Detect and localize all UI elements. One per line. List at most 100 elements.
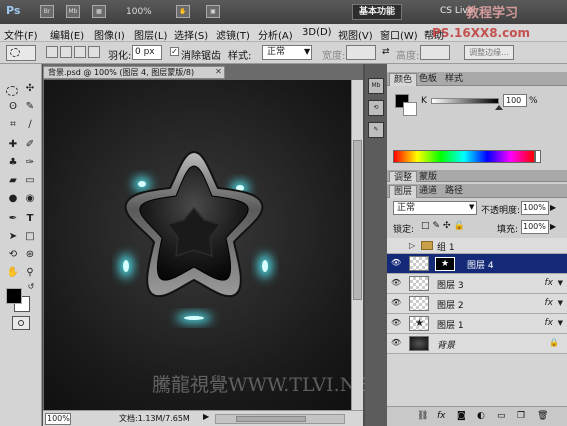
tab-styles[interactable]: 样式 xyxy=(441,73,467,86)
blend-mode-select[interactable]: 正常 xyxy=(393,201,477,215)
adjustment-layer-icon[interactable]: ◐ xyxy=(477,411,485,421)
k-slider[interactable] xyxy=(431,98,499,104)
elliptical-marquee-tool-icon[interactable] xyxy=(6,86,18,96)
document-tab[interactable]: 背景.psd @ 100% (图层 4, 图层蒙版/8) xyxy=(43,66,225,79)
fx-badge[interactable]: fx xyxy=(545,318,554,328)
foreground-color-swatch[interactable] xyxy=(6,288,22,304)
tab-swatches[interactable]: 色板 xyxy=(415,73,441,86)
bridge-icon[interactable]: Br xyxy=(40,5,54,18)
hand-view-icon[interactable]: ✋ xyxy=(176,5,190,18)
type-tool-icon[interactable]: T xyxy=(23,212,37,226)
refine-edge-button[interactable]: 调整边缘... xyxy=(464,45,514,60)
layer-row[interactable]: 👁 图层 2 fx ▼ xyxy=(387,294,567,314)
color-ramp-white[interactable] xyxy=(535,150,541,163)
fill-arrow-icon[interactable]: ▶ xyxy=(550,222,556,231)
tab-color[interactable]: 颜色 xyxy=(389,73,418,86)
lasso-tool-icon[interactable]: ʘ xyxy=(6,100,20,114)
eye-icon[interactable]: 👁 xyxy=(391,259,401,267)
fx-expand-icon[interactable]: ▼ xyxy=(558,299,563,307)
k-value-input[interactable]: 100 xyxy=(503,94,527,107)
move-tool-icon[interactable]: ✣ xyxy=(23,82,37,96)
rectangle-tool-icon[interactable]: □ xyxy=(23,230,37,244)
scrollbar-thumb[interactable] xyxy=(353,140,362,300)
brushes-panel-icon[interactable]: ✎ xyxy=(368,122,384,138)
height-input[interactable] xyxy=(420,45,450,60)
pen-tool-icon[interactable]: ✒ xyxy=(6,212,20,226)
zoom-field[interactable]: 100% xyxy=(45,413,71,425)
gradient-tool-icon[interactable]: ▭ xyxy=(23,174,37,188)
eyedropper-tool-icon[interactable]: ∕ xyxy=(23,118,37,132)
blur-tool-icon[interactable]: ● xyxy=(6,192,20,206)
subtract-selection-icon[interactable] xyxy=(74,46,86,58)
expand-arrow-icon[interactable]: ▷ xyxy=(409,241,415,250)
panel-background-swatch[interactable] xyxy=(403,102,417,116)
eye-hidden-icon[interactable] xyxy=(391,242,401,250)
menu-analysis[interactable]: 分析(A) xyxy=(258,27,293,42)
link-layers-icon[interactable]: ⛓ xyxy=(417,411,428,421)
menu-view[interactable]: 视图(V) xyxy=(338,27,373,42)
arrange-documents-icon[interactable]: ▣ xyxy=(206,5,220,18)
eye-icon[interactable]: 👁 xyxy=(391,279,401,287)
menu-edit[interactable]: 编辑(E) xyxy=(50,27,84,42)
new-layer-icon[interactable]: ❐ xyxy=(517,411,525,421)
layer-row-selected[interactable]: 👁 ★ 图层 4 xyxy=(387,254,567,274)
menu-file[interactable]: 文件(F) xyxy=(4,27,38,42)
tool-preset-picker[interactable] xyxy=(6,45,36,61)
tab-layers[interactable]: 图层 xyxy=(389,185,418,198)
tab-paths[interactable]: 路径 xyxy=(441,185,467,198)
zoom-tool-icon[interactable]: ⚲ xyxy=(23,266,37,280)
new-group-icon[interactable]: ▭ xyxy=(497,411,506,421)
tab-masks[interactable]: 蒙版 xyxy=(415,171,441,182)
fx-badge[interactable]: fx xyxy=(545,278,554,288)
eraser-tool-icon[interactable]: ▰ xyxy=(6,174,20,188)
opacity-arrow-icon[interactable]: ▶ xyxy=(550,203,556,212)
opacity-input[interactable]: 100% xyxy=(521,201,549,215)
hand-tool-icon[interactable]: ✋ xyxy=(6,266,20,280)
new-selection-icon[interactable] xyxy=(46,46,58,58)
layer-row[interactable]: 👁 图层 3 fx ▼ xyxy=(387,274,567,294)
swap-colors-icon[interactable]: ↺ xyxy=(24,280,38,294)
eye-icon[interactable]: 👁 xyxy=(391,319,401,327)
clone-stamp-tool-icon[interactable]: ♣ xyxy=(6,156,20,170)
vertical-scrollbar[interactable] xyxy=(351,80,363,410)
3d-rotate-tool-icon[interactable]: ⟲ xyxy=(6,248,20,262)
tab-adjustments[interactable]: 调整 xyxy=(389,171,418,183)
mini-bridge-icon[interactable]: Mb xyxy=(66,5,80,18)
history-brush-tool-icon[interactable]: ✑ xyxy=(23,156,37,170)
menu-3d[interactable]: 3D(D) xyxy=(302,27,332,38)
layer-row[interactable]: 👁 ★ 图层 1 fx ▼ xyxy=(387,314,567,334)
history-panel-icon[interactable]: ⟲ xyxy=(368,100,384,116)
color-ramp[interactable] xyxy=(393,150,535,163)
eye-icon[interactable]: 👁 xyxy=(391,339,401,347)
fx-expand-icon[interactable]: ▼ xyxy=(558,279,563,287)
horizontal-scrollbar[interactable] xyxy=(215,414,345,424)
mini-bridge-panel-icon[interactable]: Mb xyxy=(368,78,384,94)
eye-icon[interactable]: 👁 xyxy=(391,299,401,307)
dodge-tool-icon[interactable]: ◉ xyxy=(23,192,37,206)
close-document-icon[interactable]: ✕ xyxy=(214,67,223,76)
brush-tool-icon[interactable]: ✐ xyxy=(23,138,37,152)
fill-input[interactable]: 100% xyxy=(521,220,549,234)
layer-row-group[interactable]: ▷ 组 1 xyxy=(387,238,567,254)
horizontal-scrollbar-thumb[interactable] xyxy=(236,416,306,422)
view-extras-icon[interactable]: ▦ xyxy=(92,5,106,18)
zoom-level[interactable]: 100% xyxy=(126,7,152,17)
delete-layer-icon[interactable]: 🗑 xyxy=(537,411,548,421)
menu-layer[interactable]: 图层(L) xyxy=(134,27,167,42)
menu-select[interactable]: 选择(S) xyxy=(174,27,208,42)
layer-row-background[interactable]: 👁 背景 🔒 xyxy=(387,334,567,354)
menu-filter[interactable]: 滤镜(T) xyxy=(216,27,250,42)
menu-window[interactable]: 窗口(W) xyxy=(380,27,418,42)
path-selection-tool-icon[interactable]: ➤ xyxy=(6,230,20,244)
menu-image[interactable]: 图像(I) xyxy=(94,27,125,42)
width-input[interactable] xyxy=(346,45,376,60)
lock-options-icon[interactable]: □✎✣🔒 xyxy=(421,221,468,231)
add-to-selection-icon[interactable] xyxy=(60,46,72,58)
add-mask-icon[interactable]: ◙ xyxy=(457,411,466,421)
spot-healing-tool-icon[interactable]: ✚ xyxy=(6,138,20,152)
workspace-button[interactable]: 基本功能 xyxy=(352,4,402,20)
add-style-icon[interactable]: fx xyxy=(437,411,446,421)
quick-selection-tool-icon[interactable]: ✎ xyxy=(23,100,37,114)
canvas[interactable]: 騰龍視覺WWW.TLVI.NET xyxy=(44,80,383,410)
quick-mask-icon[interactable] xyxy=(12,316,30,330)
